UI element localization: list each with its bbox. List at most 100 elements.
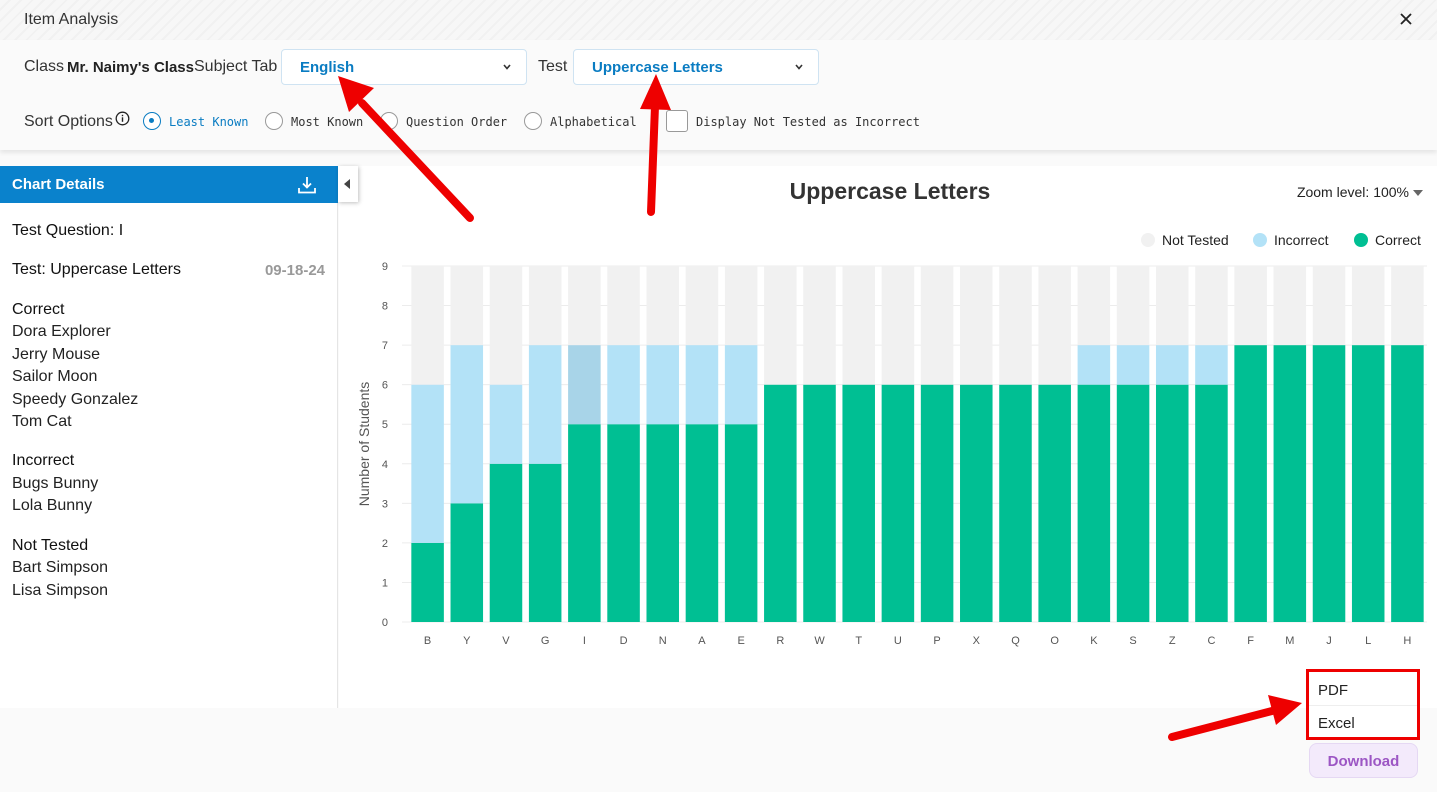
bar-not-tested[interactable] — [685, 266, 719, 346]
y-tick-label: 9 — [382, 261, 388, 273]
y-tick-label: 0 — [382, 617, 388, 629]
bar-correct[interactable] — [881, 384, 915, 622]
bar-correct[interactable] — [1234, 345, 1267, 622]
bar-correct[interactable] — [1273, 345, 1307, 622]
bar-correct[interactable] — [1391, 345, 1424, 622]
chart-details-title: Chart Details — [12, 176, 105, 193]
bar-correct[interactable] — [1077, 384, 1111, 622]
bar-correct[interactable] — [1351, 345, 1385, 622]
bar-incorrect[interactable] — [685, 345, 719, 425]
download-icon[interactable] — [296, 174, 318, 196]
x-tick-label: P — [933, 635, 940, 647]
zoom-level-select[interactable]: Zoom level: 100% — [1297, 184, 1423, 200]
bar-not-tested[interactable] — [1234, 266, 1267, 346]
x-tick-label: N — [659, 635, 667, 647]
bar-not-tested[interactable] — [881, 266, 915, 385]
bar-incorrect[interactable] — [450, 345, 484, 504]
bar-not-tested[interactable] — [450, 266, 484, 346]
bar-correct[interactable] — [528, 463, 562, 622]
bar-incorrect[interactable] — [411, 384, 444, 543]
bar-correct[interactable] — [920, 384, 954, 622]
zoom-label: Zoom level: — [1296, 184, 1370, 200]
bar-not-tested[interactable] — [1038, 266, 1071, 385]
bar-not-tested[interactable] — [803, 266, 836, 385]
not-tested-heading: Not Tested — [12, 537, 89, 554]
bar-incorrect[interactable] — [1195, 345, 1228, 385]
bar-incorrect[interactable] — [489, 384, 523, 464]
bar-not-tested[interactable] — [1273, 266, 1307, 346]
bar-correct[interactable] — [803, 384, 836, 622]
bar-correct[interactable] — [568, 424, 601, 622]
export-excel-option[interactable]: Excel — [1309, 706, 1417, 738]
subject-tab-label: Subject Tab — [194, 58, 278, 75]
bar-not-tested[interactable] — [568, 266, 601, 346]
bar-incorrect[interactable] — [724, 345, 758, 425]
info-icon[interactable] — [115, 111, 130, 126]
display-not-tested-checkbox[interactable] — [666, 110, 688, 132]
bar-incorrect[interactable] — [528, 345, 562, 464]
sort-question-order-radio[interactable] — [380, 112, 398, 130]
sort-most-known-label[interactable]: Most Known — [291, 115, 363, 129]
export-pdf-option[interactable]: PDF — [1309, 673, 1417, 705]
sort-least-known-label[interactable]: Least Known — [169, 115, 248, 129]
bar-incorrect[interactable] — [607, 345, 640, 425]
bar-not-tested[interactable] — [724, 266, 758, 346]
bar-not-tested[interactable] — [1195, 266, 1228, 346]
download-button[interactable]: Download — [1309, 743, 1418, 778]
display-not-tested-label[interactable]: Display Not Tested as Incorrect — [696, 115, 920, 129]
sort-alphabetical-radio[interactable] — [524, 112, 542, 130]
bar-not-tested[interactable] — [999, 266, 1032, 385]
bar-incorrect[interactable] — [1116, 345, 1150, 385]
bar-not-tested[interactable] — [489, 266, 523, 385]
bar-correct[interactable] — [685, 424, 719, 622]
export-menu: PDF Excel — [1306, 669, 1420, 740]
bar-incorrect[interactable] — [646, 345, 680, 425]
bar-correct[interactable] — [1312, 345, 1346, 622]
legend-label: Incorrect — [1274, 232, 1329, 248]
bar-correct[interactable] — [607, 424, 640, 622]
bar-incorrect[interactable] — [1155, 345, 1189, 385]
bar-correct[interactable] — [724, 424, 758, 622]
bar-not-tested[interactable] — [1391, 266, 1424, 346]
bar-not-tested[interactable] — [646, 266, 680, 346]
bar-not-tested[interactable] — [607, 266, 640, 346]
bar-not-tested[interactable] — [411, 266, 444, 385]
sort-least-known-radio[interactable] — [143, 112, 161, 130]
bar-correct[interactable] — [960, 384, 993, 622]
bar-not-tested[interactable] — [1155, 266, 1189, 346]
sort-question-order-label[interactable]: Question Order — [406, 115, 507, 129]
bar-correct[interactable] — [646, 424, 680, 622]
bar-incorrect[interactable] — [568, 345, 601, 425]
sort-options-label: Sort Options — [24, 113, 113, 130]
bar-not-tested[interactable] — [842, 266, 875, 385]
bar-correct[interactable] — [1038, 384, 1071, 622]
bar-not-tested[interactable] — [920, 266, 954, 385]
bar-not-tested[interactable] — [528, 266, 562, 346]
bar-not-tested[interactable] — [1077, 266, 1111, 346]
test-select[interactable]: Uppercase Letters — [573, 49, 819, 85]
sort-most-known-radio[interactable] — [265, 112, 283, 130]
bar-correct[interactable] — [489, 463, 523, 622]
x-tick-label: F — [1247, 635, 1254, 647]
bar-not-tested[interactable] — [960, 266, 993, 385]
test-value: Uppercase Letters — [592, 59, 723, 76]
bar-correct[interactable] — [1195, 384, 1228, 622]
close-icon[interactable] — [1395, 8, 1417, 30]
bar-incorrect[interactable] — [1077, 345, 1111, 385]
bar-correct[interactable] — [1116, 384, 1150, 622]
bar-correct[interactable] — [764, 384, 797, 622]
list-item: Jerry Mouse — [12, 346, 101, 363]
bar-not-tested[interactable] — [1312, 266, 1346, 346]
bar-correct[interactable] — [999, 384, 1032, 622]
subject-tab-select[interactable]: English — [281, 49, 527, 85]
sort-alphabetical-label[interactable]: Alphabetical — [550, 115, 637, 129]
class-label: Class — [24, 58, 65, 75]
x-tick-label: U — [894, 635, 902, 647]
bar-correct[interactable] — [1155, 384, 1189, 622]
bar-correct[interactable] — [411, 542, 444, 622]
bar-not-tested[interactable] — [1116, 266, 1150, 346]
bar-correct[interactable] — [842, 384, 875, 622]
bar-correct[interactable] — [450, 503, 484, 622]
bar-not-tested[interactable] — [764, 266, 797, 385]
bar-not-tested[interactable] — [1351, 266, 1385, 346]
